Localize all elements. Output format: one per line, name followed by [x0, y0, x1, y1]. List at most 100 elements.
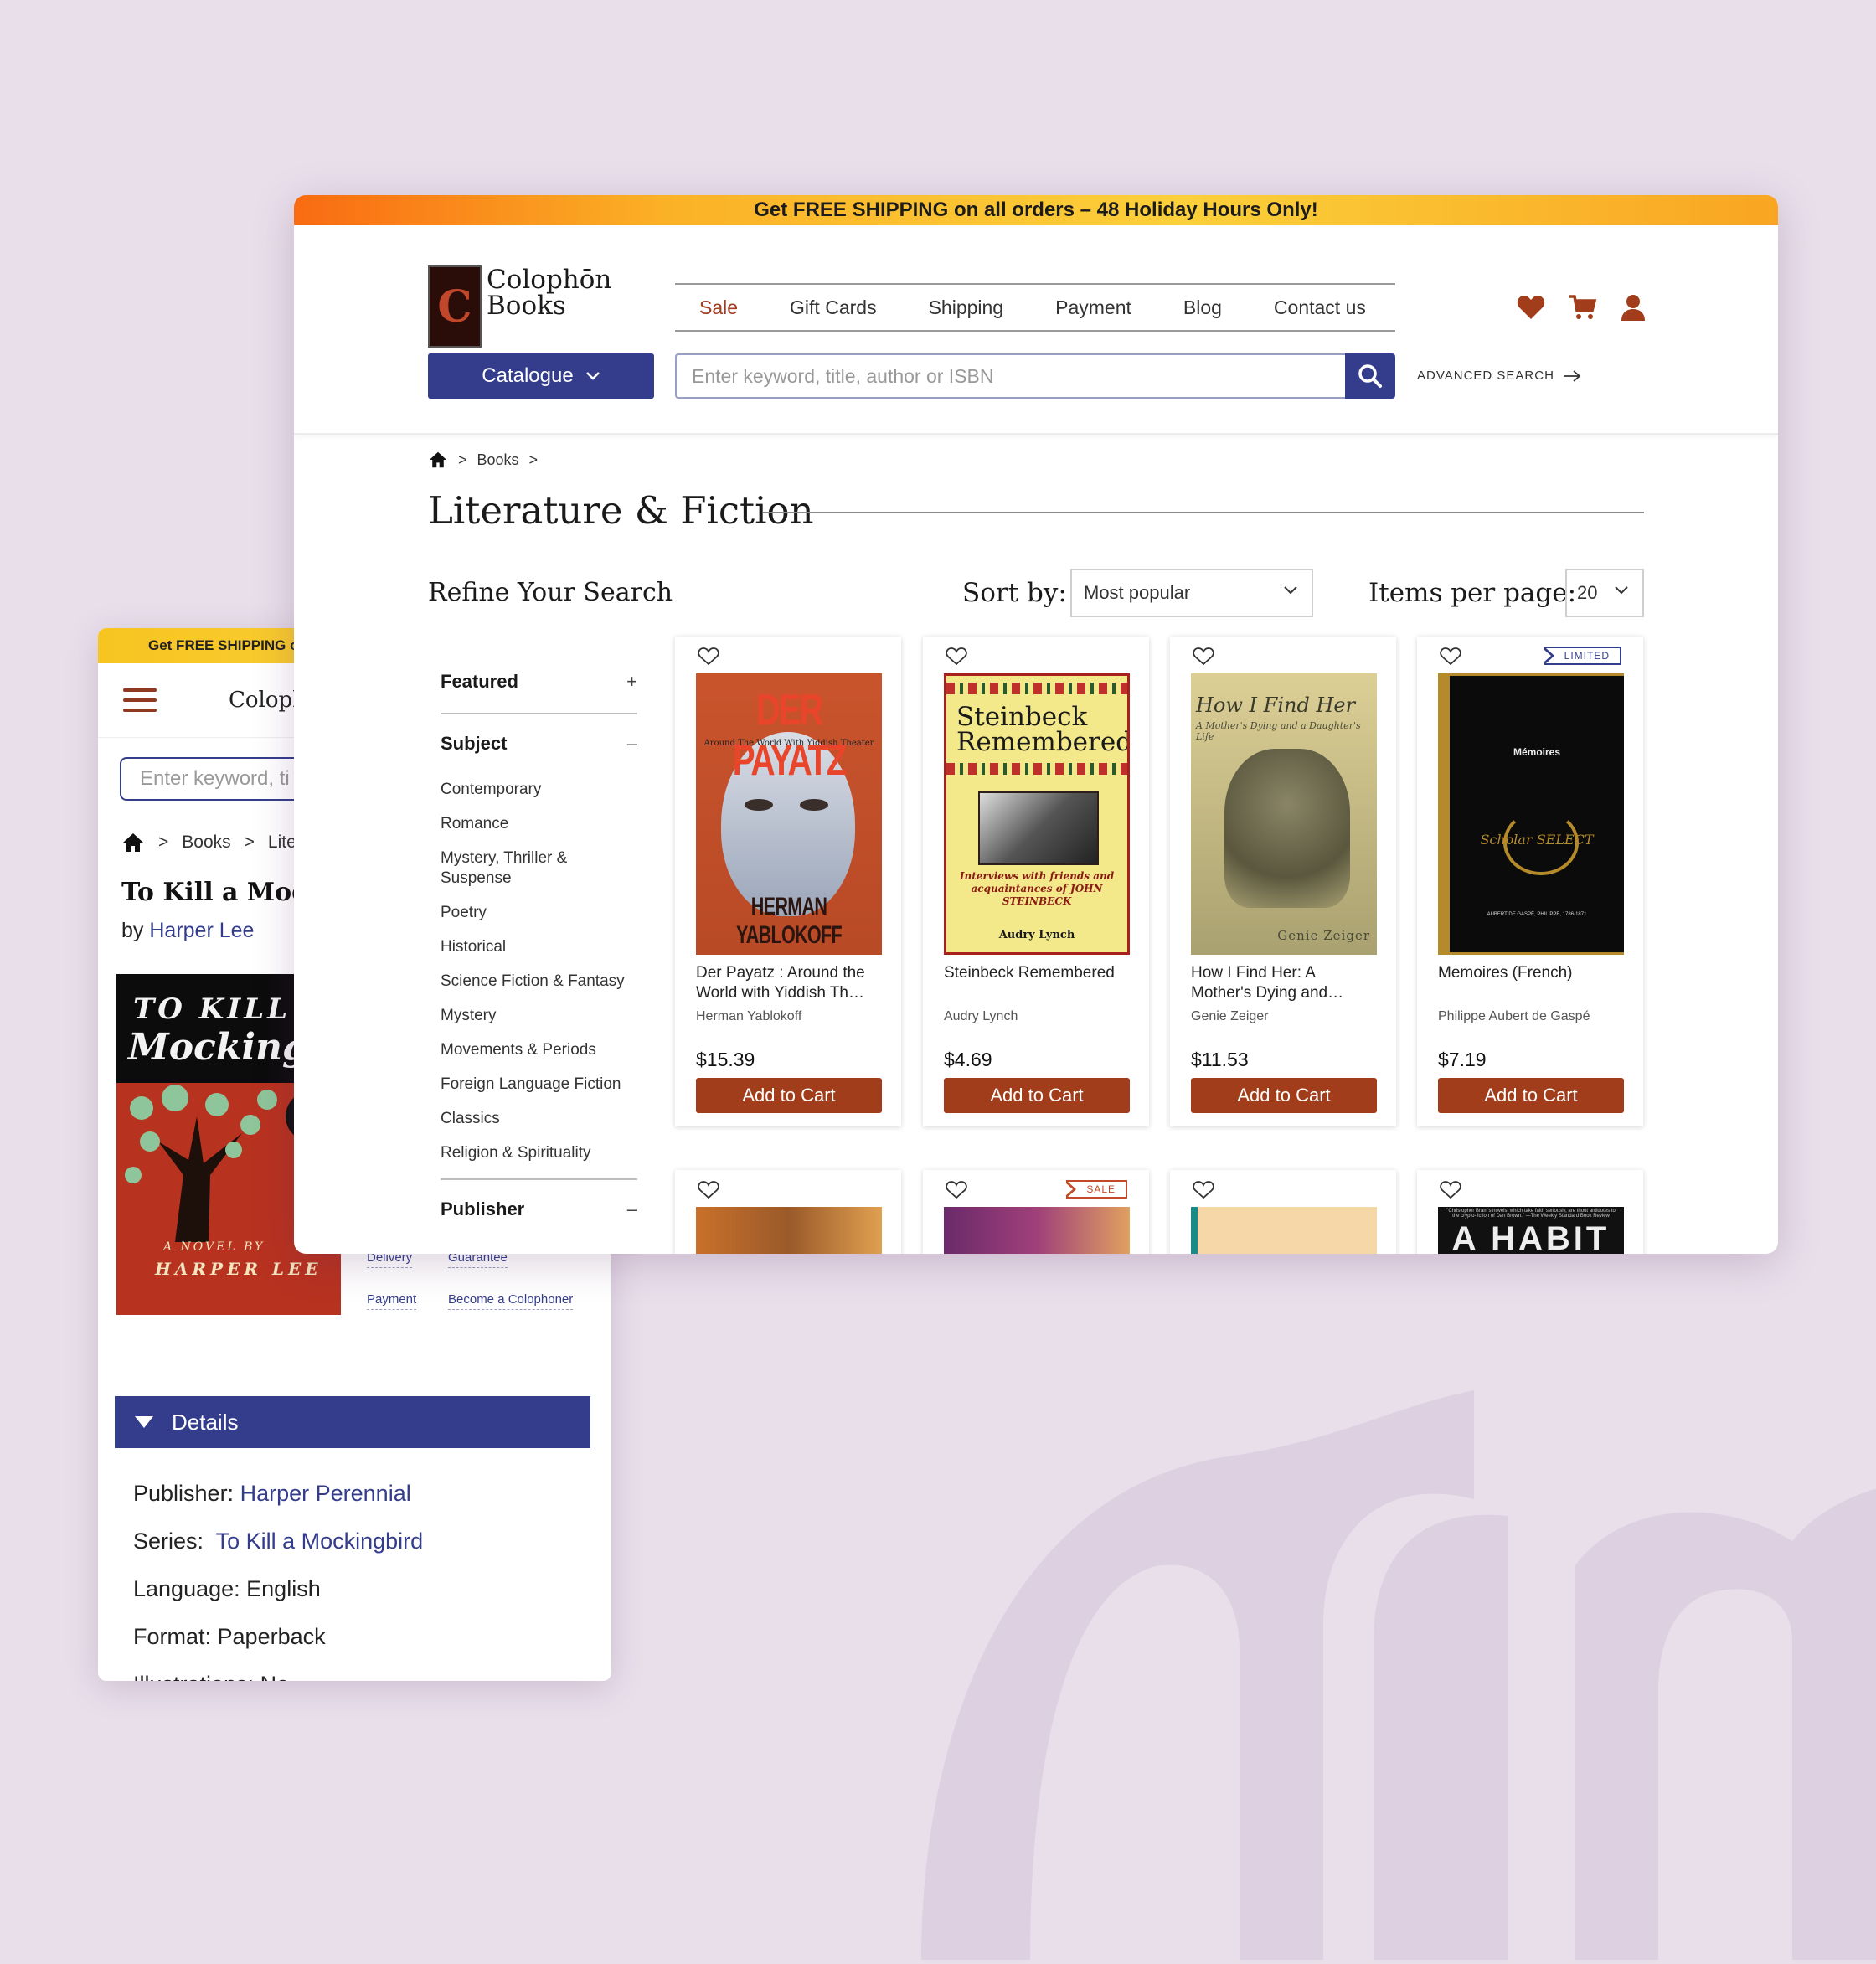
add-to-cart-button[interactable]: Add to Cart: [1438, 1078, 1624, 1113]
sort-value: Most popular: [1084, 582, 1191, 603]
add-to-cart-button[interactable]: Add to Cart: [1191, 1078, 1377, 1113]
wishlist-heart-icon[interactable]: [698, 647, 719, 666]
book-cover-image[interactable]: Mémoires Scholar SELECT AUBERT DE GASPÉ,…: [1438, 673, 1624, 955]
subject-item[interactable]: Historical: [441, 937, 637, 957]
user-icon[interactable]: [1621, 294, 1646, 321]
product-card[interactable]: Steinbeck Remembered Interviews with fri…: [923, 637, 1149, 1126]
book-cover-image[interactable]: [696, 1207, 882, 1254]
refine-heading: Refine Your Search: [428, 578, 673, 607]
add-to-cart-button[interactable]: Add to Cart: [944, 1078, 1130, 1113]
chevron-down-icon: [1284, 586, 1297, 595]
become-colophoner-link[interactable]: Become a Colophoner: [448, 1292, 574, 1310]
product-title[interactable]: Der Payatz : Around the World with Yiddi…: [696, 963, 884, 1003]
cover-subtitle: A Mother's Dying and a Daughter's Life: [1196, 720, 1361, 742]
product-title[interactable]: How I Find Her: A Mother's Dying and…: [1191, 963, 1379, 1003]
detail-label: Format:: [133, 1624, 212, 1649]
wishlist-heart-icon[interactable]: [1440, 647, 1461, 666]
breadcrumb-books[interactable]: Books: [182, 833, 230, 853]
logo-badge[interactable]: C: [428, 265, 482, 348]
advanced-search-label: ADVANCED SEARCH: [1417, 369, 1554, 383]
plus-icon[interactable]: +: [626, 671, 637, 693]
wishlist-heart-icon[interactable]: [1440, 1181, 1461, 1199]
home-icon[interactable]: [121, 832, 145, 853]
main-nav: Sale Gift Cards Shipping Payment Blog Co…: [675, 283, 1395, 332]
details-accordion-header[interactable]: Details: [115, 1396, 590, 1448]
product-card[interactable]: How I Find Her A Mother's Dying and a Da…: [1170, 637, 1396, 1126]
product-author[interactable]: Philippe Aubert de Gaspé: [1438, 1009, 1590, 1024]
book-cover-image[interactable]: DER PAYATZ Around The World With Yiddish…: [696, 673, 882, 955]
details-list: Publisher: Harper Perennial Series: To K…: [133, 1470, 423, 1681]
product-card[interactable]: "Christopher Bram's novels, which take f…: [1417, 1170, 1643, 1254]
publisher-link[interactable]: Harper Perennial: [240, 1481, 411, 1506]
home-icon[interactable]: [428, 451, 448, 469]
product-card[interactable]: DER PAYATZ Around The World With Yiddish…: [675, 637, 901, 1126]
wishlist-heart-icon[interactable]: [946, 1181, 967, 1199]
search-input[interactable]: Enter keyword, title, author or ISBN: [675, 353, 1345, 399]
nav-gift-cards[interactable]: Gift Cards: [790, 296, 877, 319]
nav-sale[interactable]: Sale: [699, 296, 738, 319]
product-title[interactable]: Steinbeck Remembered: [944, 963, 1132, 983]
page-title: Literature & Fiction: [428, 488, 814, 533]
chevron-down-icon: [585, 372, 600, 380]
wishlist-heart-icon[interactable]: [946, 647, 967, 666]
site-logo[interactable]: Colophōn Books: [487, 267, 611, 319]
heart-icon[interactable]: [1517, 295, 1545, 320]
by-label: by: [121, 919, 144, 942]
subject-item[interactable]: Movements & Periods: [441, 1040, 637, 1060]
subject-item[interactable]: Mystery, Thriller & Suspense: [441, 848, 600, 889]
header-icons: [1517, 294, 1646, 321]
product-author[interactable]: Audry Lynch: [944, 1009, 1018, 1024]
filter-subject-header[interactable]: Subject –: [441, 733, 637, 755]
wishlist-heart-icon[interactable]: [1193, 1181, 1214, 1199]
search-button[interactable]: [1345, 353, 1395, 399]
nav-shipping[interactable]: Shipping: [929, 296, 1004, 319]
breadcrumb: > Books >: [428, 451, 538, 469]
chevron-right-icon: >: [244, 833, 255, 852]
nav-contact-us[interactable]: Contact us: [1274, 296, 1366, 319]
product-card[interactable]: SALE: [923, 1170, 1149, 1254]
subject-item[interactable]: Romance: [441, 814, 637, 834]
subject-item[interactable]: Foreign Language Fiction: [441, 1075, 637, 1095]
breadcrumb-books[interactable]: Books: [477, 451, 519, 469]
subject-item[interactable]: Science Fiction & Fantasy: [441, 972, 637, 992]
subject-item[interactable]: Classics: [441, 1109, 637, 1129]
series-link[interactable]: To Kill a Mockingbird: [216, 1528, 424, 1554]
book-cover-image[interactable]: How I Find Her A Mother's Dying and a Da…: [1191, 673, 1377, 955]
book-cover-image[interactable]: Steinbeck Remembered Interviews with fri…: [944, 673, 1130, 955]
author-link[interactable]: Harper Lee: [149, 919, 254, 942]
logo-line1: Colophōn: [487, 265, 612, 295]
wishlist-heart-icon[interactable]: [1193, 647, 1214, 666]
subject-item[interactable]: Religion & Spirituality: [441, 1143, 637, 1163]
product-card[interactable]: [1170, 1170, 1396, 1254]
wishlist-heart-icon[interactable]: [698, 1181, 719, 1199]
hamburger-menu-icon[interactable]: [123, 688, 157, 712]
subject-item[interactable]: Contemporary: [441, 780, 637, 800]
book-cover-image[interactable]: "Christopher Bram's novels, which take f…: [1438, 1207, 1624, 1254]
cart-icon[interactable]: [1569, 295, 1597, 320]
logo-line2: Books: [487, 291, 566, 321]
product-author[interactable]: Herman Yablokoff: [696, 1009, 801, 1024]
product-card[interactable]: LIMITED Mémoires Scholar SELECT AUBERT D…: [1417, 637, 1643, 1126]
product-card[interactable]: [675, 1170, 901, 1254]
nav-blog[interactable]: Blog: [1183, 296, 1222, 319]
filter-publisher-header[interactable]: Publisher –: [441, 1199, 637, 1220]
catalogue-button[interactable]: Catalogue: [428, 353, 654, 399]
subject-item[interactable]: Poetry: [441, 903, 637, 923]
title-divider: [763, 512, 1644, 513]
product-title[interactable]: Memoires (French): [1438, 963, 1626, 983]
product-author[interactable]: Genie Zeiger: [1191, 1009, 1269, 1024]
filter-featured-header[interactable]: Featured +: [441, 671, 637, 693]
minus-icon[interactable]: –: [627, 1199, 637, 1220]
minus-icon[interactable]: –: [627, 733, 637, 755]
sort-select[interactable]: Most popular: [1070, 569, 1313, 617]
advanced-search-link[interactable]: ADVANCED SEARCH: [1417, 369, 1581, 383]
nav-payment[interactable]: Payment: [1055, 296, 1131, 319]
book-cover-image[interactable]: [1191, 1207, 1377, 1254]
payment-link[interactable]: Payment: [367, 1292, 417, 1310]
background-watermark-logo: [871, 1374, 1876, 1960]
detail-label: Illustrations:: [133, 1672, 254, 1681]
subject-item[interactable]: Mystery: [441, 1006, 637, 1026]
add-to-cart-button[interactable]: Add to Cart: [696, 1078, 882, 1113]
items-per-page-select[interactable]: 20: [1565, 569, 1644, 617]
book-cover-image[interactable]: [944, 1207, 1130, 1254]
